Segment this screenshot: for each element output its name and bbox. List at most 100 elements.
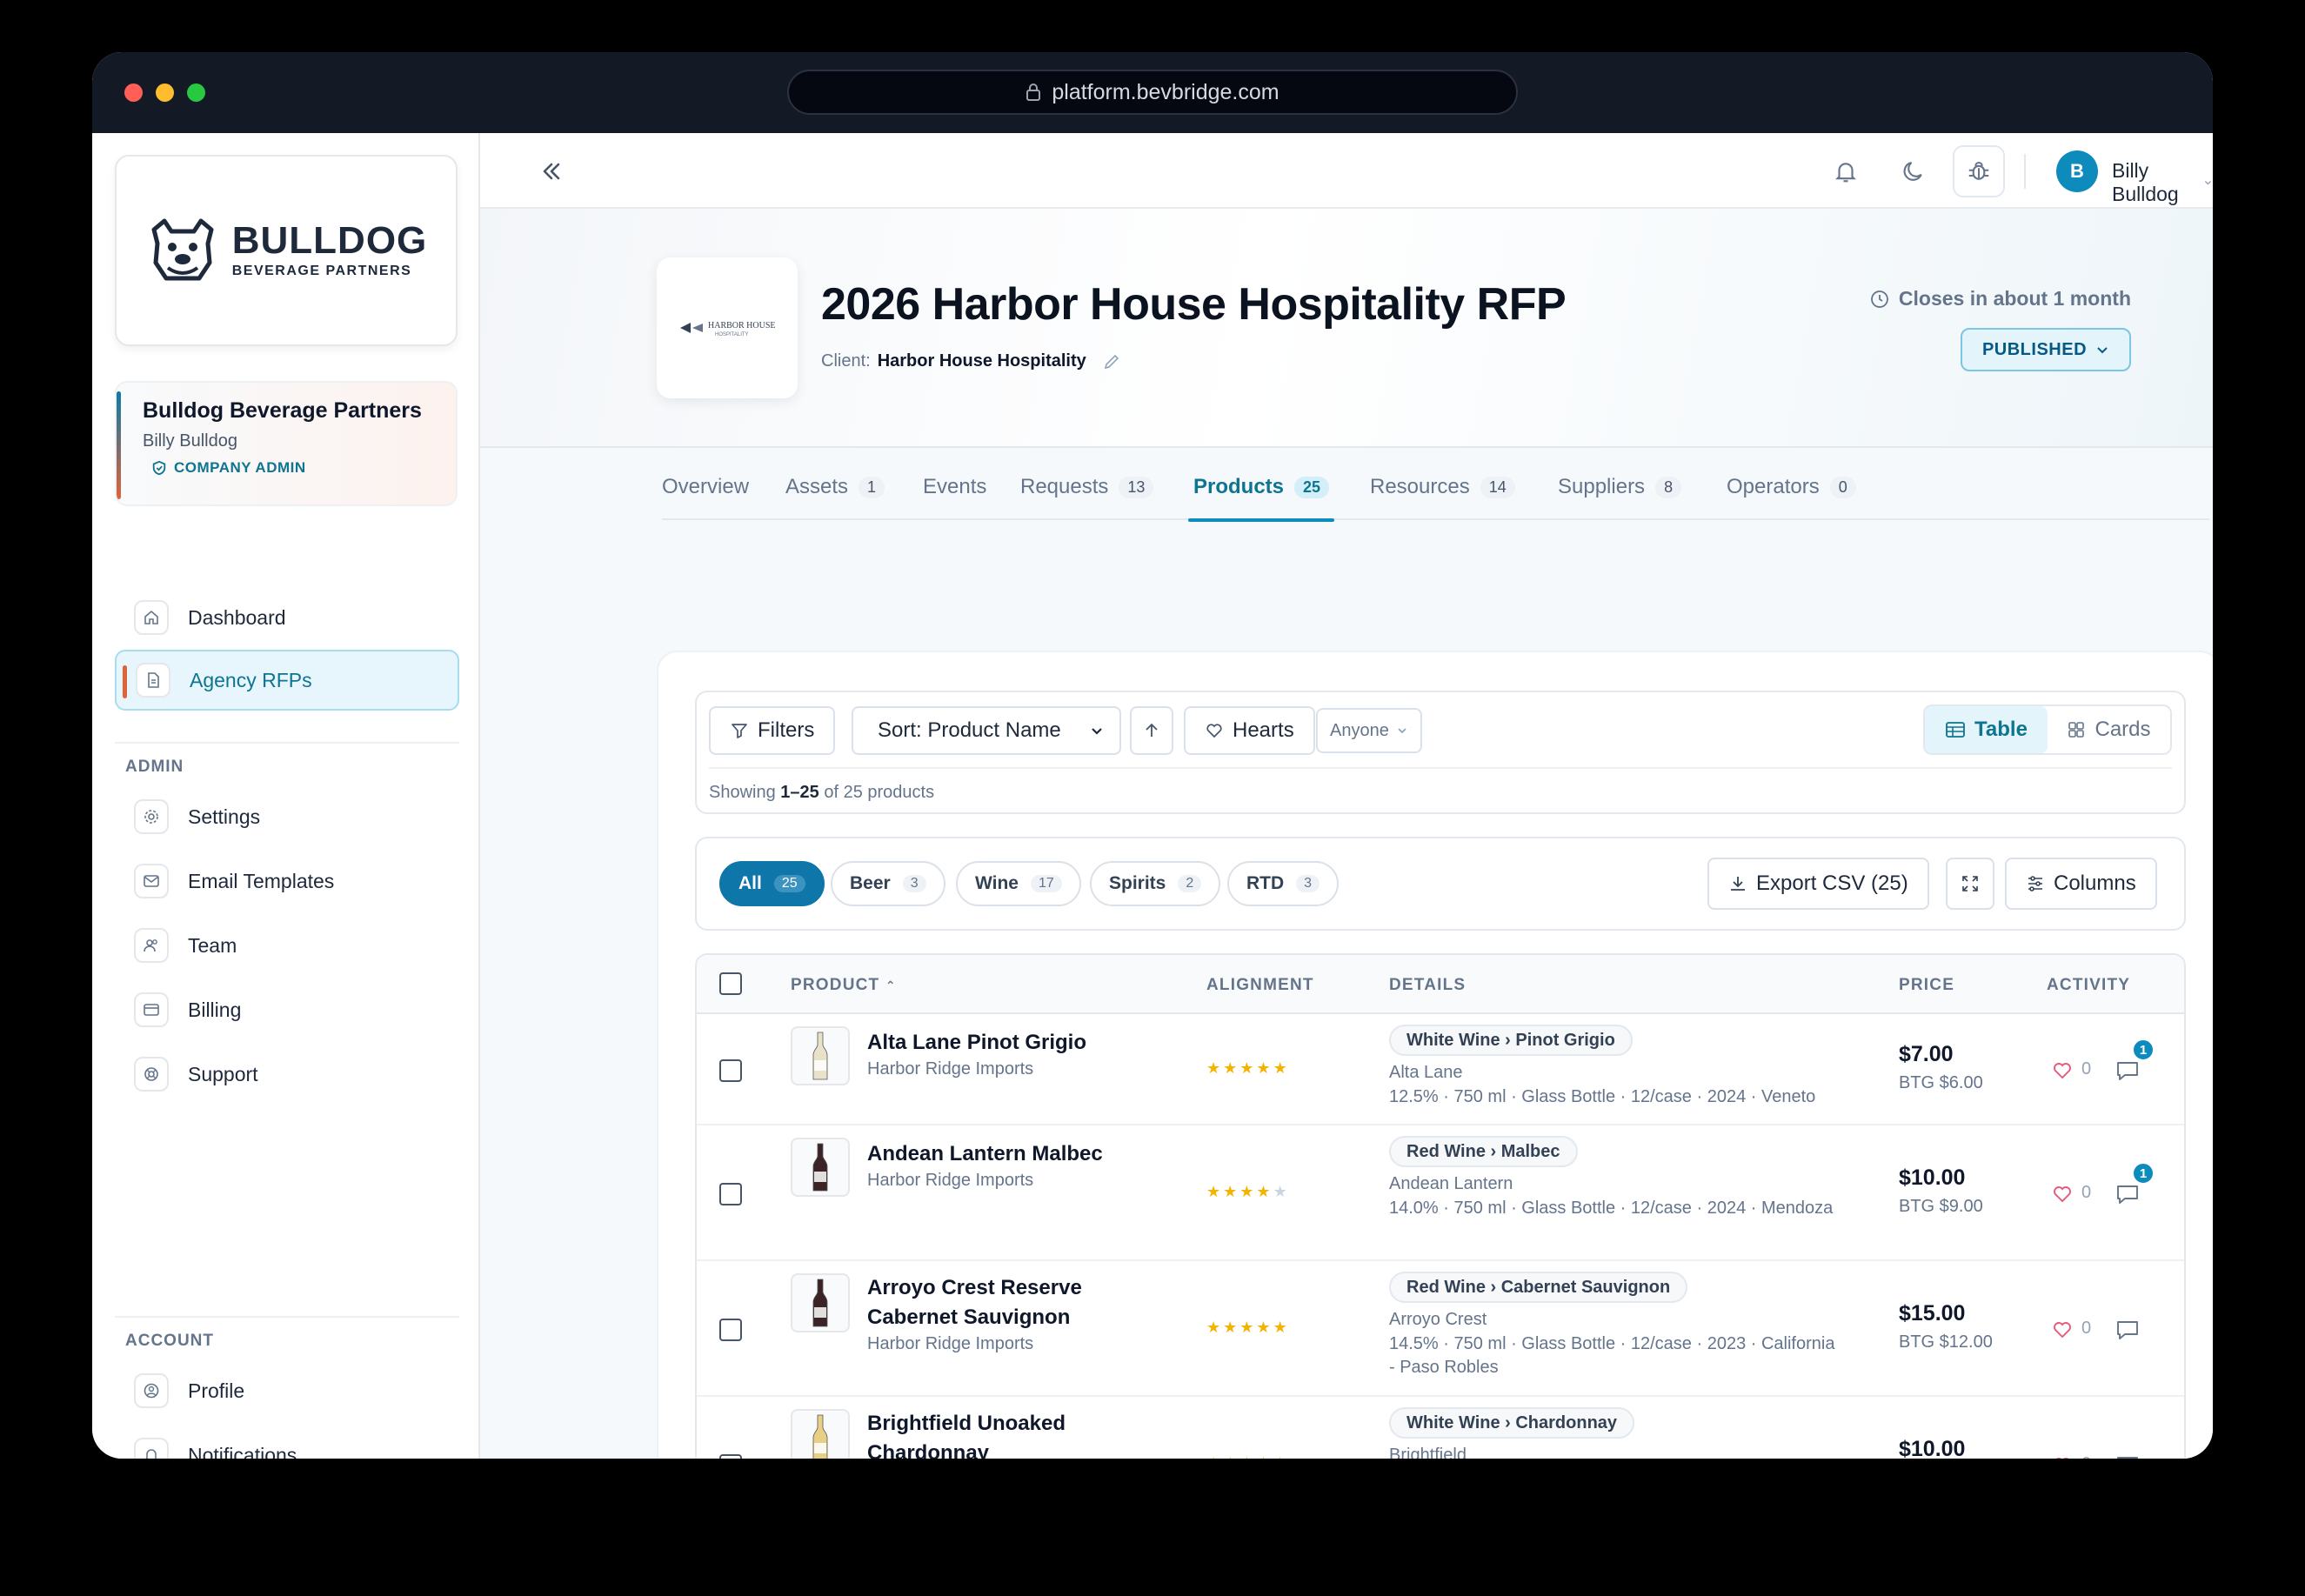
table-icon: [1946, 722, 1965, 738]
minimize-window-button[interactable]: [156, 83, 174, 102]
product-name[interactable]: Brightfield Unoaked Chardonnay: [867, 1409, 1066, 1459]
filters-button[interactable]: Filters: [709, 706, 836, 755]
category-chip-spirits[interactable]: Spirits 2: [1090, 861, 1221, 906]
product-name[interactable]: Arroyo Crest Reserve Cabernet Sauvignon: [867, 1273, 1082, 1332]
arrow-up-icon: [1146, 723, 1158, 737]
status-text: PUBLISHED: [1981, 339, 2088, 359]
product-price: $10.00: [1899, 1437, 1966, 1459]
shield-check-icon: [152, 460, 166, 476]
status-dropdown[interactable]: PUBLISHED: [1961, 328, 2131, 371]
heart-button[interactable]: 0: [2052, 1059, 2091, 1079]
column-header-activity[interactable]: ACTIVITY: [2047, 976, 2130, 995]
wine-bottle-icon: [812, 1414, 828, 1459]
sidebar-item-billing[interactable]: Billing: [115, 979, 459, 1040]
client-label: Client:: [821, 351, 871, 371]
notifications-bell-icon[interactable]: [1827, 152, 1865, 190]
comment-icon[interactable]: [2115, 1452, 2141, 1459]
table-row[interactable]: Andean Lantern Malbec Harbor Ridge Import…: [697, 1125, 2184, 1261]
collapse-sidebar-icon[interactable]: [538, 157, 565, 185]
close-window-button[interactable]: [124, 83, 143, 102]
alignment-rating: ★★★★★: [1206, 1454, 1290, 1459]
user-circle-icon: [134, 1373, 169, 1408]
tab-events[interactable]: Events: [923, 475, 986, 520]
producer-name: Andean Lantern: [1389, 1174, 1513, 1193]
table-row[interactable]: Brightfield UnoakedChardonnayOrchard Tra…: [697, 1397, 2184, 1459]
column-header-details[interactable]: DETAILS: [1389, 976, 1466, 995]
user-menu[interactable]: Billy Bulldog: [2112, 159, 2213, 206]
tab-count: 0: [1829, 477, 1856, 498]
category-chip-rtd[interactable]: RTD 3: [1227, 861, 1340, 906]
products-panel: Filters Sort: Product Name Hearts Anyone: [657, 651, 2213, 1459]
star-icon: ★: [1273, 1319, 1290, 1336]
sidebar-item-team[interactable]: Team: [115, 915, 459, 976]
product-thumbnail: [791, 1026, 850, 1085]
heart-button[interactable]: 0: [2052, 1454, 2091, 1459]
sidebar-item-notifications[interactable]: Notifications: [115, 1425, 459, 1459]
alignment-rating: ★★★★★: [1206, 1059, 1290, 1078]
category-chip-beer[interactable]: Beer 3: [831, 861, 945, 906]
column-header-alignment[interactable]: ALIGNMENT: [1206, 976, 1314, 995]
row-checkbox[interactable]: [719, 1183, 742, 1205]
tab-overview[interactable]: Overview: [662, 475, 749, 520]
star-icon: ★: [1206, 1454, 1223, 1459]
row-checkbox[interactable]: [719, 1319, 742, 1341]
product-name[interactable]: Andean Lantern Malbec: [867, 1139, 1103, 1169]
company-logo[interactable]: BULLDOG BEVERAGE PARTNERS: [115, 155, 458, 346]
hearts-filter-button[interactable]: Hearts: [1184, 706, 1315, 755]
tab-resources[interactable]: Resources 14: [1370, 475, 1515, 520]
view-table-button[interactable]: Table: [1925, 706, 2048, 753]
sidebar-item-email-templates[interactable]: Email Templates: [115, 851, 459, 912]
sort-select[interactable]: Sort: Product Name: [852, 706, 1121, 755]
moon-icon[interactable]: [1894, 152, 1933, 190]
view-cards-button[interactable]: Cards: [2048, 706, 2170, 753]
client-logo: HARBOR HOUSE HOSPITALITY: [657, 257, 798, 398]
bell-icon: [134, 1438, 169, 1459]
avatar[interactable]: B: [2056, 150, 2098, 192]
category-chip-all[interactable]: All 25: [719, 861, 825, 906]
address-bar[interactable]: platform.bevbridge.com: [787, 70, 1518, 115]
tab-assets[interactable]: Assets 1: [785, 475, 885, 520]
column-header-product[interactable]: PRODUCT ⌃: [791, 976, 897, 995]
document-icon: [136, 663, 170, 698]
table-row[interactable]: Arroyo Crest Reserve Cabernet Sauvignon Ha…: [697, 1261, 2184, 1397]
category-chip-wine[interactable]: Wine 17: [956, 861, 1081, 906]
row-checkbox[interactable]: [719, 1059, 742, 1082]
heart-button[interactable]: 0: [2052, 1183, 2091, 1203]
company-switcher[interactable]: Bulldog Beverage Partners Billy Bulldog …: [115, 381, 458, 506]
btg-price: BTG $9.00: [1899, 1197, 1983, 1216]
comment-icon[interactable]: [2115, 1317, 2141, 1343]
tab-count: 8: [1655, 477, 1682, 498]
row-checkbox[interactable]: [719, 1454, 742, 1459]
sidebar-divider: [115, 1316, 459, 1318]
btg-price: BTG $6.00: [1899, 1073, 1983, 1092]
star-icon: ★: [1239, 1183, 1257, 1200]
select-all-checkbox[interactable]: [719, 972, 742, 995]
sidebar-item-profile[interactable]: Profile: [115, 1360, 459, 1421]
anyone-dropdown[interactable]: Anyone: [1316, 708, 1422, 753]
tab-suppliers[interactable]: Suppliers 8: [1558, 475, 1682, 520]
maximize-window-button[interactable]: [187, 83, 205, 102]
star-icon: ★: [1206, 1059, 1224, 1077]
table-row[interactable]: Alta Lane Pinot Grigio Harbor Ridge Impor…: [697, 1014, 2184, 1125]
bug-report-icon[interactable]: [1953, 145, 2005, 197]
heart-button[interactable]: 0: [2052, 1319, 2091, 1339]
comment-icon[interactable]: [2115, 1181, 2141, 1207]
product-price: $15.00: [1899, 1301, 1966, 1326]
sidebar-item-label: Notifications: [188, 1443, 297, 1459]
pencil-icon[interactable]: [1102, 352, 1121, 371]
product-importer: Harbor Ridge Imports: [867, 1059, 1034, 1078]
sidebar-item-settings[interactable]: Settings: [115, 786, 459, 847]
export-csv-button[interactable]: Export CSV (25): [1707, 858, 1929, 910]
column-header-price[interactable]: PRICE: [1899, 976, 1954, 995]
product-name[interactable]: Alta Lane Pinot Grigio: [867, 1028, 1086, 1058]
fullscreen-button[interactable]: [1946, 858, 1994, 910]
columns-button[interactable]: Columns: [2005, 858, 2157, 910]
sidebar-item-agency-rfps[interactable]: Agency RFPs: [115, 650, 459, 711]
tab-operators[interactable]: Operators 0: [1727, 475, 1856, 520]
tab-requests[interactable]: Requests 13: [1020, 475, 1154, 520]
comment-icon[interactable]: [2115, 1058, 2141, 1084]
sort-direction-button[interactable]: [1130, 706, 1173, 755]
sidebar-item-dashboard[interactable]: Dashboard: [115, 587, 459, 648]
tab-products[interactable]: Products 25: [1187, 475, 1335, 522]
sidebar-item-support[interactable]: Support: [115, 1044, 459, 1105]
